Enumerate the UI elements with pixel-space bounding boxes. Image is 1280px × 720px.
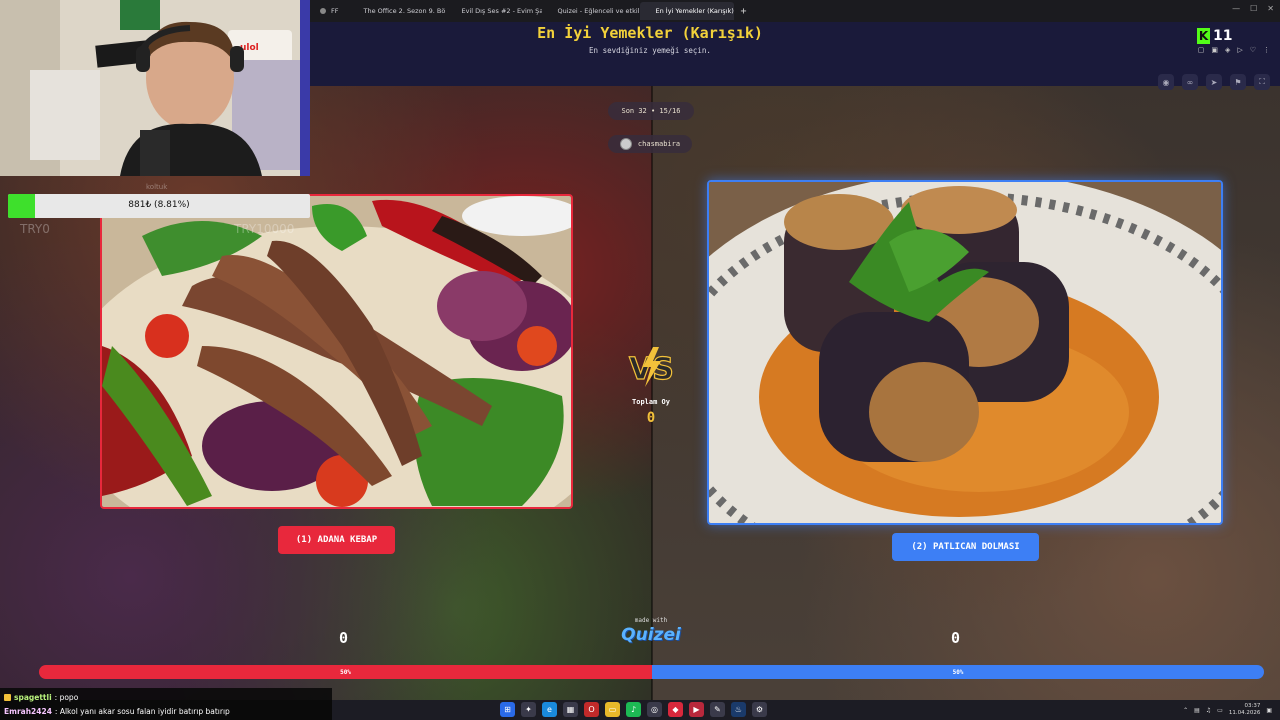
donation-goal-bar: 881₺ (8.81%) xyxy=(8,194,310,218)
send-icon[interactable]: ➤ xyxy=(1206,74,1222,90)
system-tray: ⌃ ▤ ♫ ▭ 03:37 11.04.2026 ▣ xyxy=(1183,703,1272,717)
chat-message: Emrah2424 : Alkol yanı akar sosu falan i… xyxy=(4,704,328,718)
settings-icon[interactable]: ⚙ xyxy=(752,702,767,717)
kick-viewer-counter: K 11 xyxy=(1197,28,1232,44)
vote-right-button[interactable]: (2) PATLICAN DOLMASI xyxy=(892,533,1039,561)
stuffed-eggplant-image xyxy=(709,182,1221,523)
link-icon[interactable]: ∞ xyxy=(1182,74,1198,90)
battery-icon[interactable]: ▭ xyxy=(1217,707,1223,714)
donation-max-label: TRY10000 xyxy=(234,222,295,236)
creator-badge[interactable]: chasmabira xyxy=(608,135,692,153)
round-badge: Son 32 • 15/16 xyxy=(608,102,694,120)
left-vote-count: 0 xyxy=(339,629,349,647)
clock-date: 11.04.2026 xyxy=(1228,710,1261,716)
webcam-feed-image: ulol xyxy=(0,0,310,176)
eye-icon[interactable]: ◉ xyxy=(1158,74,1174,90)
notification-icon[interactable]: ▣ xyxy=(1266,707,1272,714)
taskbar-clock[interactable]: 03:37 11.04.2026 xyxy=(1229,703,1261,717)
tab-label: Quizei - Eğlenceli ve etkil xyxy=(557,7,640,15)
left-percent-bar: 50% xyxy=(39,665,652,679)
browser-tab[interactable]: The Office 2. Sezon 9. Bö xyxy=(348,2,446,20)
fullscreen-icon[interactable]: ⛶ xyxy=(1254,74,1270,90)
right-vote-count: 0 xyxy=(951,629,961,647)
maximize-icon[interactable]: ☐ xyxy=(1250,4,1257,13)
browser-tab[interactable]: FF xyxy=(310,2,348,20)
donation-min-label: TRY0 xyxy=(20,222,50,236)
chat-username: spagettli xyxy=(14,692,52,702)
tab-favicon-icon xyxy=(320,8,326,14)
creator-name: chasmabira xyxy=(637,140,681,148)
creator-avatar xyxy=(619,138,632,150)
tab-label: En İyi Yemekler (Karışık) xyxy=(655,7,734,15)
network-icon[interactable]: ▤ xyxy=(1194,707,1200,714)
chat-message: spagettli : popo xyxy=(4,690,328,704)
obs-icon[interactable]: ◎ xyxy=(647,702,662,717)
chat-text: : popo xyxy=(54,692,79,702)
browser-tab[interactable]: Quizei - Eğlenceli ve etkil xyxy=(542,2,640,20)
total-votes-value: 0 xyxy=(646,410,656,426)
file-explorer-icon[interactable]: ▭ xyxy=(605,702,620,717)
total-votes-label: Toplam Oy xyxy=(632,398,670,406)
chat-badge-icon xyxy=(4,693,11,701)
stream-overlay-label: koltuk xyxy=(146,183,168,191)
streamer-webcam: ulol xyxy=(0,0,310,176)
stream-chat: spagettli : popo Emrah2424 : Alkol yanı … xyxy=(0,688,332,720)
chat-username: Emrah2424 xyxy=(4,706,52,716)
option-left-card[interactable] xyxy=(100,194,573,509)
chat-text: : Alkol yanı akar sosu falan iyidir batı… xyxy=(54,706,230,716)
center-divider xyxy=(651,86,653,700)
donation-goal-text: 881₺ (8.81%) xyxy=(128,200,190,210)
right-percent-label: 50% xyxy=(952,668,964,676)
versus-icon: VS xyxy=(628,347,674,388)
volume-icon[interactable]: ♫ xyxy=(1206,707,1211,714)
opera-icon[interactable]: O xyxy=(584,702,599,717)
edge-icon[interactable]: e xyxy=(542,702,557,717)
flag-icon[interactable]: ⚑ xyxy=(1230,74,1246,90)
media-icon[interactable]: ▶ xyxy=(689,702,704,717)
quizei-logo[interactable]: Quizei xyxy=(612,625,690,645)
spotify-icon[interactable]: ♪ xyxy=(626,702,641,717)
option-right-card[interactable] xyxy=(707,180,1223,525)
windows-taskbar: ⊞ ✦ e ▦ O ▭ ♪ ◎ ◆ ▶ ✎ ♨ ⚙ ⌃ ▤ ♫ ▭ 03:37 … xyxy=(332,700,1280,720)
browser-tab-active[interactable]: En İyi Yemekler (Karışık) xyxy=(640,2,735,20)
tab-label: FF xyxy=(331,7,339,15)
windows-start-icon[interactable]: ⊞ xyxy=(500,702,515,717)
kick-logo-icon: K xyxy=(1197,28,1210,44)
app-icon[interactable]: ◆ xyxy=(668,702,683,717)
copilot-icon[interactable]: ✦ xyxy=(521,702,536,717)
quiz-header-actions: ◉ ∞ ➤ ⚑ ⛶ xyxy=(1158,74,1270,90)
right-percent-bar: 50% xyxy=(652,665,1264,679)
steam-icon[interactable]: ♨ xyxy=(731,702,746,717)
window-controls: — ☐ ✕ xyxy=(1232,4,1274,13)
tray-chevron-icon[interactable]: ⌃ xyxy=(1183,707,1188,714)
tab-label: Evil Dış Ses #2 - Evim Şal xyxy=(461,7,543,15)
minimize-icon[interactable]: — xyxy=(1232,4,1240,13)
store-icon[interactable]: ▦ xyxy=(563,702,578,717)
taskbar-apps: ⊞ ✦ e ▦ O ▭ ♪ ◎ ◆ ▶ ✎ ♨ ⚙ xyxy=(500,702,767,717)
left-percent-label: 50% xyxy=(340,668,351,676)
vote-left-button[interactable]: (1) ADANA KEBAP xyxy=(278,526,395,554)
screen: FF The Office 2. Sezon 9. Bö Evil Dış Se… xyxy=(0,0,1280,720)
viewer-count: 11 xyxy=(1213,28,1233,44)
new-tab-button[interactable]: + xyxy=(734,6,752,17)
tool-icon[interactable]: ✎ xyxy=(710,702,725,717)
adana-kebab-image xyxy=(102,196,571,507)
close-icon[interactable]: ✕ xyxy=(1267,4,1274,13)
clock-time: 03:37 xyxy=(1244,703,1261,709)
made-with-label: made with xyxy=(634,617,668,624)
tab-label: The Office 2. Sezon 9. Bö xyxy=(363,7,446,15)
browser-tab[interactable]: Evil Dış Ses #2 - Evim Şal xyxy=(446,2,542,20)
